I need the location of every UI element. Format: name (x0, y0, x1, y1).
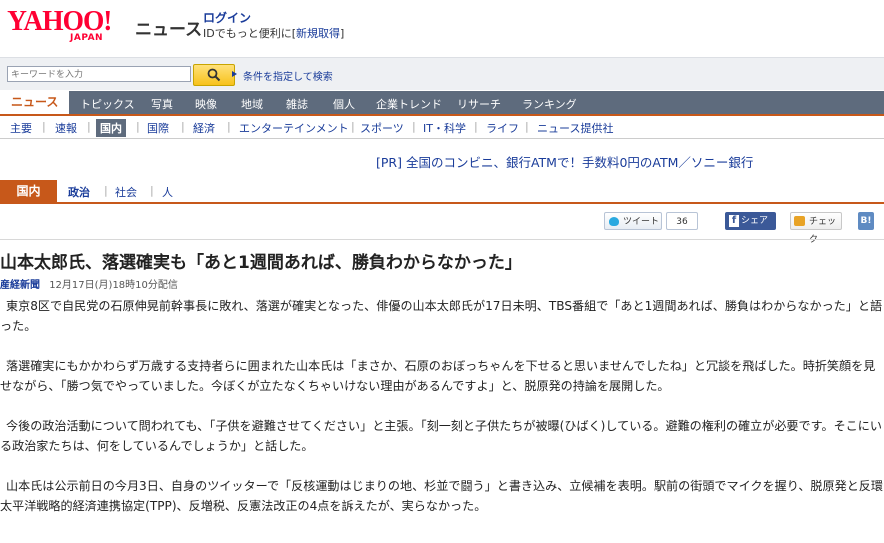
tab-people[interactable]: 人 (162, 184, 173, 200)
tab-society[interactable]: 社会 (115, 184, 137, 200)
arrow-right-icon (232, 71, 237, 77)
nav-separator: | (227, 120, 231, 133)
tab-domestic[interactable]: 国内 (0, 180, 57, 202)
category-sports[interactable]: スポーツ (360, 120, 404, 136)
category-providers[interactable]: ニュース提供社 (537, 120, 613, 136)
category-entertainment[interactable]: エンターテインメント (239, 120, 349, 136)
hatena-bookmark-button[interactable]: B! (858, 212, 874, 230)
category-economy[interactable]: 経済 (193, 120, 215, 136)
yahoo-logo[interactable]: YAHOO! (7, 8, 112, 36)
article-byline: 産経新聞 12月17日(月)18時10分配信 (0, 276, 178, 291)
category-it-science[interactable]: IT・科学 (423, 120, 466, 136)
article-paragraph: 東京8区で自民党の石原伸晃前幹事長に敗れ、落選が確実となった、俳優の山本太郎氏が… (0, 299, 883, 333)
category-nav: 主要 | 速報 | 国内 | 国際 | 経済 | エンターテインメント | スポ… (0, 116, 884, 139)
main-nav-research[interactable]: リサーチ (457, 96, 501, 112)
nav-separator: | (474, 120, 478, 133)
id-note: IDでもっと便利に[新規取得] (203, 25, 344, 41)
id-note-suffix: ] (340, 27, 345, 40)
site-header: YAHOO! JAPAN ニュース ログイン IDでもっと便利に[新規取得] (0, 0, 884, 56)
article-source-link[interactable]: 産経新聞 (0, 280, 40, 291)
search-button[interactable] (193, 64, 235, 86)
search-input[interactable] (7, 66, 191, 82)
check-label: チェック (809, 217, 837, 245)
main-nav-region[interactable]: 地域 (241, 96, 263, 112)
category-domestic[interactable]: 国内 (96, 119, 126, 137)
article-paragraph: 今後の政治活動について問われても、「子供を避難させてください」と主張。「刻一刻と… (0, 419, 882, 453)
share-label: シェア (741, 216, 769, 226)
id-note-prefix: IDでもっと便利に[ (203, 27, 297, 40)
main-nav-company-trend[interactable]: 企業トレンド (376, 96, 442, 112)
main-nav-news[interactable]: ニュース (0, 91, 70, 114)
article-title: 山本太郎氏、落選確実も「あと1週間あれば、勝負わからなかった」 (0, 253, 522, 273)
register-link[interactable]: 新規取得 (296, 27, 340, 40)
nav-separator: | (42, 120, 46, 133)
nav-separator: | (525, 120, 529, 133)
article-paragraph: 落選確実にもかかわらず万歳する支持者らに囲まれた山本氏は「まさか、石原のおぼっち… (0, 359, 876, 393)
main-nav-individual[interactable]: 個人 (333, 96, 355, 112)
divider (0, 239, 884, 240)
main-nav-photos[interactable]: 写真 (151, 96, 173, 112)
article-date: 12月17日(月)18時10分配信 (49, 280, 178, 291)
main-nav-ranking[interactable]: ランキング (522, 96, 577, 112)
article-body: 東京8区で自民党の石原伸晃前幹事長に敗れ、落選が確実となった、俳優の山本太郎氏が… (0, 296, 884, 536)
tab-separator: | (150, 184, 154, 197)
pr-ad-link[interactable]: [PR] 全国のコンビニ、銀行ATMで！手数料0円のATM／ソニー銀行 (376, 152, 753, 171)
tweet-label: ツイート (623, 217, 660, 227)
nav-separator: | (412, 120, 416, 133)
section-tabs: 国内 政治 | 社会 | 人 (0, 180, 884, 204)
category-life[interactable]: ライフ (486, 120, 519, 136)
facebook-share-button[interactable]: f シェア (725, 212, 776, 230)
yahoo-logo-sub: JAPAN (70, 33, 104, 43)
login-link[interactable]: ログイン (203, 9, 251, 26)
tweet-count: 36 (666, 212, 698, 230)
search-bar: 条件を指定して検索 (0, 57, 884, 90)
main-nav-video[interactable]: 映像 (195, 96, 217, 112)
category-breaking[interactable]: 速報 (55, 120, 77, 136)
nav-separator: | (136, 120, 140, 133)
mixi-icon (794, 216, 805, 226)
service-name[interactable]: ニュース (135, 15, 202, 40)
nav-separator: | (181, 120, 185, 133)
main-nav-topics[interactable]: トピックス (80, 96, 135, 112)
facebook-icon: f (729, 215, 739, 227)
tab-politics[interactable]: 政治 (68, 184, 90, 200)
nav-separator: | (87, 120, 91, 133)
mixi-check-button[interactable]: チェック (790, 212, 842, 245)
tweet-button[interactable]: ツイート (604, 212, 662, 230)
twitter-icon (609, 217, 619, 226)
nav-separator: | (351, 120, 355, 133)
tab-separator: | (104, 184, 108, 197)
advanced-search-link[interactable]: 条件を指定して検索 (243, 68, 333, 83)
category-international[interactable]: 国際 (147, 120, 169, 136)
main-nav: ニュース トピックス 写真 映像 地域 雑誌 個人 企業トレンド リサーチ ラン… (0, 91, 884, 116)
main-nav-magazine[interactable]: 雑誌 (286, 96, 308, 112)
search-icon (207, 68, 221, 82)
category-main[interactable]: 主要 (10, 120, 32, 136)
article-paragraph: 山本氏は公示前日の今月3日、自身のツイッターで「反核運動はじまりの地、杉並で闘う… (0, 479, 883, 513)
